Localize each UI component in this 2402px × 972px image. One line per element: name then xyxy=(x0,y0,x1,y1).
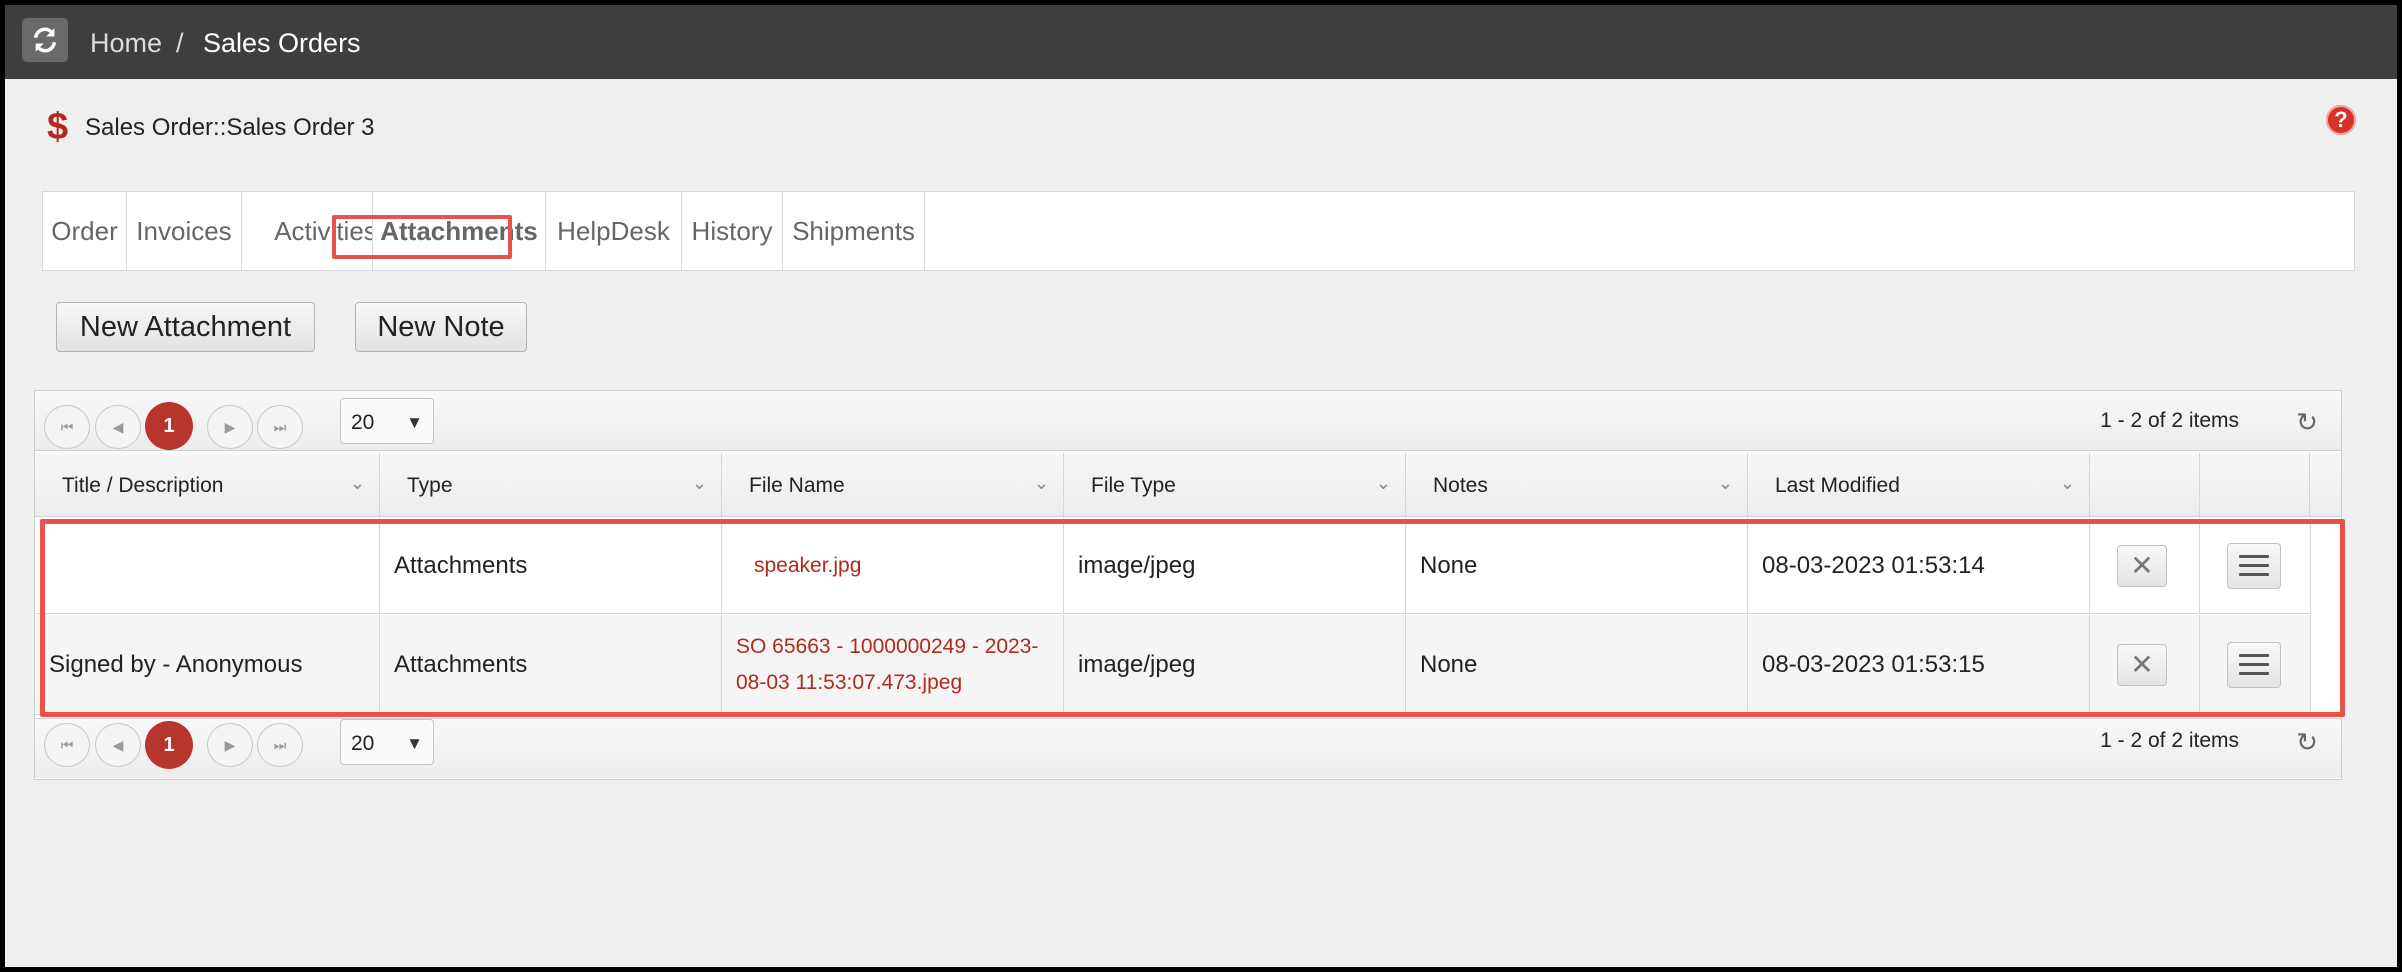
prev-page-button[interactable]: ◀ xyxy=(95,723,141,767)
last-page-button[interactable]: ⏭ xyxy=(257,405,303,449)
chevron-down-icon[interactable]: ⌄ xyxy=(1034,473,1049,494)
breadcrumb-current: Sales Orders xyxy=(203,28,361,58)
chevron-down-icon[interactable]: ⌄ xyxy=(1376,473,1391,494)
app-frame: Home / Sales Orders $ Sales Order::Sales… xyxy=(5,5,2397,967)
column-header-last-modified[interactable]: Last Modified ⌄ xyxy=(1748,453,2090,516)
new-attachment-button[interactable]: New Attachment xyxy=(56,302,315,352)
help-icon[interactable]: ? xyxy=(2326,105,2356,135)
column-header-menu xyxy=(2200,453,2310,516)
prev-page-button[interactable]: ◀ xyxy=(95,405,141,449)
column-header-type[interactable]: Type ⌄ xyxy=(380,453,722,516)
tab-invoices[interactable]: Invoices xyxy=(127,192,242,270)
next-page-button[interactable]: ▶ xyxy=(207,405,253,449)
reload-icon[interactable]: ↻ xyxy=(2293,408,2321,436)
tab-order[interactable]: Order xyxy=(43,192,127,270)
pager-info: 1 - 2 of 2 items xyxy=(2100,409,2239,432)
table-header: Title / Description ⌄ Type ⌄ File Name ⌄ Fi… xyxy=(35,453,2341,517)
chevron-down-icon[interactable]: ⌄ xyxy=(2060,473,2075,494)
column-header-title[interactable]: Title / Description ⌄ xyxy=(35,453,380,516)
first-page-button[interactable]: ⏮ xyxy=(44,405,90,449)
current-page[interactable]: 1 xyxy=(145,721,193,769)
top-bar: Home / Sales Orders xyxy=(5,5,2397,79)
first-page-button[interactable]: ⏮ xyxy=(44,723,90,767)
breadcrumb-separator: / xyxy=(176,28,184,58)
tab-highlight-box xyxy=(332,215,512,259)
column-header-notes[interactable]: Notes ⌄ xyxy=(1406,453,1748,516)
chevron-down-icon: ▼ xyxy=(406,413,423,432)
chevron-down-icon[interactable]: ⌄ xyxy=(350,473,365,494)
pager-info: 1 - 2 of 2 items xyxy=(2100,729,2239,752)
pager-bottom: ⏮ ◀ 1 ▶ ⏭ 20 ▼ 1 - 2 of 2 items ↻ xyxy=(35,718,2341,778)
page-title: Sales Order::Sales Order 3 xyxy=(85,114,375,141)
column-header-file-type[interactable]: File Type ⌄ xyxy=(1064,453,1406,516)
tab-helpdesk[interactable]: HelpDesk xyxy=(545,192,682,270)
pager-top: ⏮ ◀ 1 ▶ ⏭ 20 ▼ 1 - 2 of 2 items ↻ xyxy=(35,391,2341,451)
tab-history[interactable]: History xyxy=(682,192,783,270)
refresh-button[interactable] xyxy=(22,18,68,62)
tab-shipments[interactable]: Shipments xyxy=(783,192,925,270)
chevron-down-icon[interactable]: ⌄ xyxy=(1718,473,1733,494)
breadcrumb-home[interactable]: Home xyxy=(90,27,162,59)
current-page[interactable]: 1 xyxy=(145,402,193,450)
page-size-select[interactable]: 20 ▼ xyxy=(340,719,434,765)
next-page-button[interactable]: ▶ xyxy=(207,723,253,767)
rows-highlight-box xyxy=(40,519,2345,717)
column-header-delete xyxy=(2090,453,2200,516)
chevron-down-icon[interactable]: ⌄ xyxy=(692,473,707,494)
page-size-select[interactable]: 20 ▼ xyxy=(340,398,434,444)
chevron-down-icon: ▼ xyxy=(406,734,423,753)
dollar-icon: $ xyxy=(47,106,69,148)
last-page-button[interactable]: ⏭ xyxy=(257,723,303,767)
refresh-icon xyxy=(33,27,57,53)
column-header-file-name[interactable]: File Name ⌄ xyxy=(722,453,1064,516)
reload-icon[interactable]: ↻ xyxy=(2293,728,2321,756)
new-note-button[interactable]: New Note xyxy=(355,302,527,352)
